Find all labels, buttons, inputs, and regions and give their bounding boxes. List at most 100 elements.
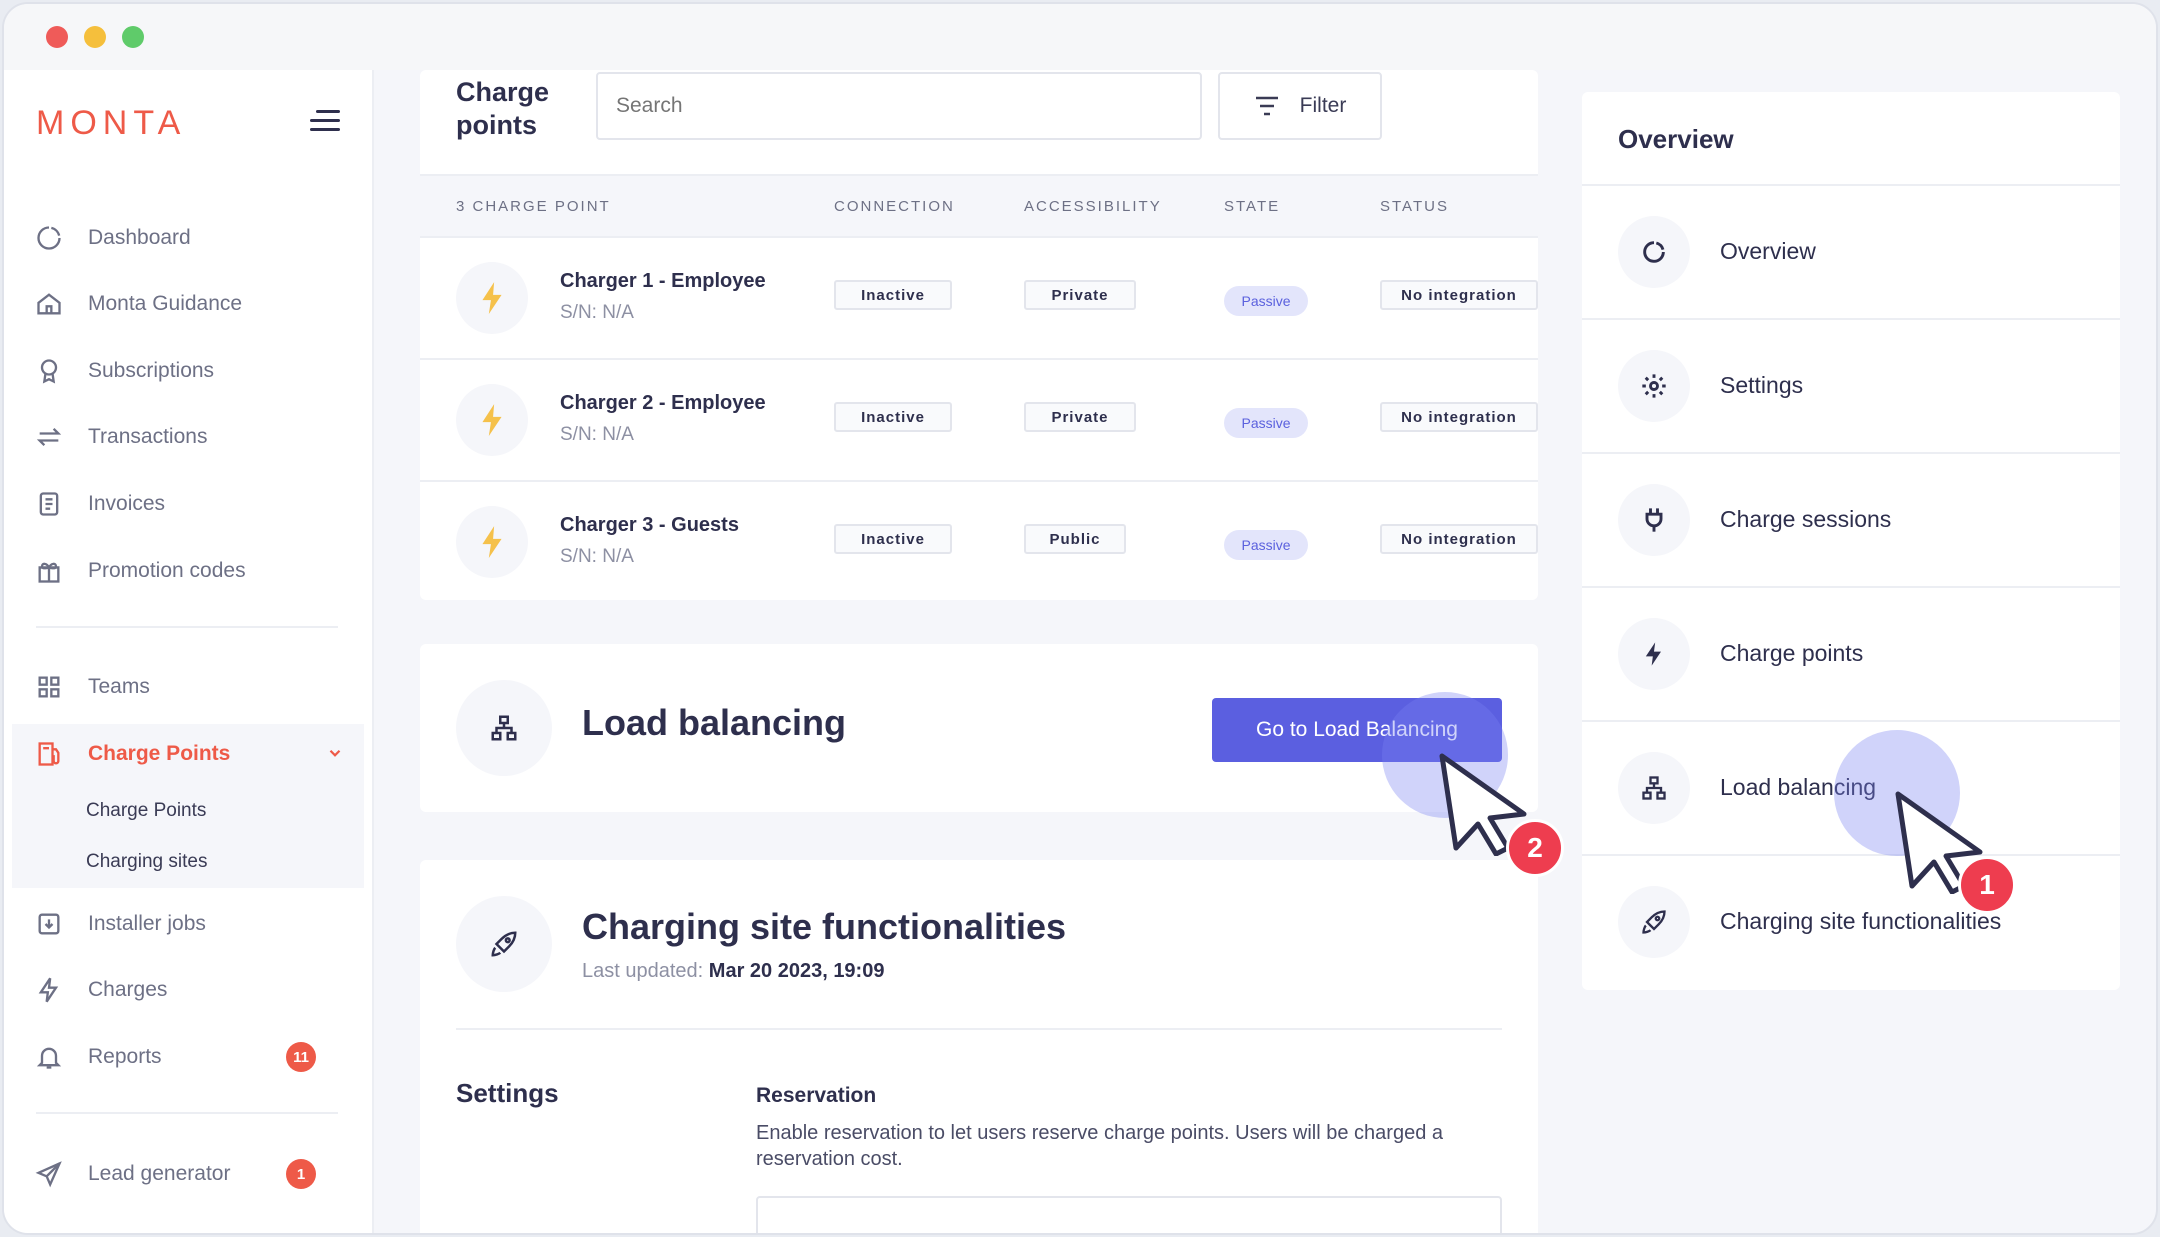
reports-count-badge: 11 — [286, 1042, 316, 1072]
title-bar — [4, 4, 2156, 70]
charge-points-card: Charge points Filter 3 CHARGE POINT CONN… — [420, 70, 1538, 600]
divider — [36, 1112, 338, 1114]
overview-item-charging-site-functionalities[interactable]: Charging site functionalities — [1582, 856, 2120, 990]
chevron-down-icon[interactable] — [326, 744, 344, 768]
charging-site-functionalities-title: Charging site functionalities — [582, 906, 1067, 947]
menu-icon[interactable] — [310, 110, 340, 132]
home-icon — [34, 289, 64, 319]
bell-icon — [34, 1042, 64, 1072]
gift-icon — [34, 556, 64, 586]
sidebar-item-dashboard[interactable]: Dashboard — [34, 214, 191, 262]
sidebar-subitem-charge-points[interactable]: Charge Points — [86, 800, 206, 822]
monta-logo[interactable]: MONTA — [36, 104, 186, 143]
filter-button[interactable]: Filter — [1218, 72, 1382, 140]
close-window-button[interactable] — [46, 26, 68, 48]
sidebar-item-subscriptions[interactable]: Subscriptions — [34, 347, 214, 395]
status-badge: No integration — [1380, 280, 1538, 310]
sidebar-item-label: Teams — [88, 675, 150, 698]
dashboard-icon — [34, 223, 64, 253]
overview-item-label: Overview — [1720, 238, 1816, 264]
bolt-icon — [1618, 618, 1690, 690]
sidebar-item-label: Charge Points — [88, 742, 231, 765]
app-window: MONTA Dashboard Monta Guidance Subscript… — [2, 2, 2158, 1235]
last-updated-value: Mar 20 2023, 19:09 — [708, 960, 885, 982]
divider — [36, 626, 338, 628]
sidebar-item-label: Charges — [88, 978, 168, 1001]
status-badge: No integration — [1380, 524, 1538, 554]
sidebar-item-promotion-codes[interactable]: Promotion codes — [34, 547, 246, 595]
step-badge-1: 1 — [1958, 856, 2016, 914]
column-header[interactable]: STATUS — [1380, 198, 1449, 215]
sidebar-item-installer-jobs[interactable]: Installer jobs — [34, 900, 206, 948]
sidebar-item-label: Subscriptions — [88, 359, 215, 382]
divider — [456, 1028, 1502, 1030]
table-header: 3 CHARGE POINT CONNECTION ACCESSIBILITY … — [420, 174, 1538, 238]
sidebar-item-label: Invoices — [88, 492, 166, 515]
search-input[interactable] — [596, 72, 1202, 140]
sidebar-item-reports[interactable]: Reports — [34, 1033, 162, 1081]
status-badge: No integration — [1380, 402, 1538, 432]
overview-item-charge-points[interactable]: Charge points — [1582, 588, 2120, 722]
overview-item-charge-sessions[interactable]: Charge sessions — [1582, 454, 2120, 588]
hierarchy-icon — [456, 680, 552, 776]
download-icon — [34, 909, 64, 939]
column-header[interactable]: 3 CHARGE POINT — [456, 198, 611, 215]
invoice-icon — [34, 489, 64, 519]
send-icon — [34, 1159, 64, 1189]
filter-icon — [1255, 96, 1278, 116]
bolt-icon — [456, 262, 528, 334]
column-header[interactable]: STATE — [1224, 198, 1280, 215]
sidebar-item-transactions[interactable]: Transactions — [34, 413, 207, 461]
sidebar-item-label: Reports — [88, 1045, 162, 1068]
charger-name: Charger 2 - Employee — [560, 392, 766, 414]
reservation-input[interactable] — [756, 1196, 1502, 1233]
overview-item-label: Charging site functionalities — [1720, 908, 2002, 934]
table-row[interactable]: Charger 3 - Guests S/N: N/A Inactive Pub… — [420, 482, 1538, 604]
connection-badge: Inactive — [834, 524, 952, 554]
sidebar-item-charges[interactable]: Charges — [34, 966, 167, 1014]
charger-name: Charger 3 - Guests — [560, 514, 739, 536]
sidebar-subitem-charging-sites[interactable]: Charging sites — [86, 851, 207, 873]
bolt-icon — [456, 384, 528, 456]
table-row[interactable]: Charger 2 - Employee S/N: N/A Inactive P… — [420, 360, 1538, 482]
overview-item-overview[interactable]: Overview — [1582, 186, 2120, 320]
state-badge: Passive — [1224, 408, 1308, 438]
column-header[interactable]: CONNECTION — [834, 198, 955, 215]
column-header[interactable]: ACCESSIBILITY — [1024, 198, 1162, 215]
sidebar-item-invoices[interactable]: Invoices — [34, 480, 165, 528]
filter-label: Filter — [1299, 94, 1347, 117]
load-balancing-title: Load balancing — [582, 702, 847, 743]
sidebar-item-charge-points[interactable]: Charge Points — [34, 730, 344, 778]
table-row[interactable]: Charger 1 - Employee S/N: N/A Inactive P… — [420, 238, 1538, 360]
gear-icon — [1618, 350, 1690, 422]
refresh-icon — [1618, 216, 1690, 288]
sidebar-item-lead-generator[interactable]: Lead generator — [34, 1150, 230, 1198]
sidebar-item-label: Transactions — [88, 425, 208, 448]
charging-site-functionalities-card: Charging site functionalities Last updat… — [420, 860, 1538, 1233]
maximize-window-button[interactable] — [122, 26, 144, 48]
rocket-icon — [1618, 886, 1690, 958]
overview-panel-title: Overview — [1618, 124, 1734, 154]
overview-item-settings[interactable]: Settings — [1582, 320, 2120, 454]
overview-item-label: Charge sessions — [1720, 506, 1892, 532]
minimize-window-button[interactable] — [84, 26, 106, 48]
last-updated-label: Last updated: — [582, 960, 704, 982]
reservation-description: Enable reservation to let users reserve … — [756, 1122, 1444, 1170]
sidebar-item-label: Dashboard — [88, 226, 191, 249]
connection-badge: Inactive — [834, 280, 952, 310]
charge-points-title: Charge points — [456, 77, 550, 140]
sidebar-item-monta-guidance[interactable]: Monta Guidance — [34, 280, 242, 328]
arrows-icon — [34, 422, 64, 452]
charger-serial: S/N: N/A — [560, 302, 634, 323]
overview-item-label: Settings — [1720, 372, 1804, 398]
charger-serial: S/N: N/A — [560, 546, 634, 567]
award-icon — [34, 356, 64, 386]
charger-name: Charger 1 - Employee — [560, 270, 766, 292]
plug-icon — [1618, 484, 1690, 556]
last-updated: Last updated: Mar 20 2023, 19:09 — [582, 960, 884, 983]
lead-generator-count-badge: 1 — [286, 1159, 316, 1189]
accessibility-badge: Private — [1024, 402, 1136, 432]
accessibility-badge: Public — [1024, 524, 1126, 554]
sidebar-item-teams[interactable]: Teams — [34, 663, 150, 711]
bolt-icon — [456, 506, 528, 578]
